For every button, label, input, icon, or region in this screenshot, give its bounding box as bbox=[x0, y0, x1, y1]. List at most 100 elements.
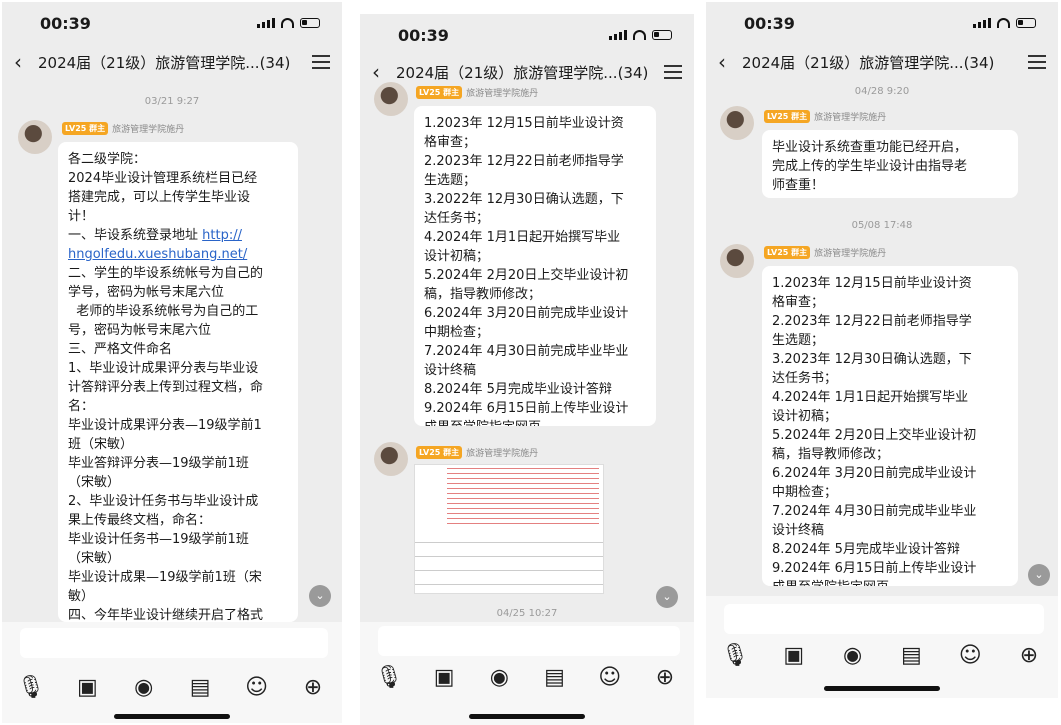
battery-icon bbox=[652, 30, 672, 40]
message-line: 设计终稿 bbox=[424, 363, 477, 378]
image-icon[interactable]: ▣ bbox=[74, 674, 100, 700]
wifi-icon bbox=[633, 30, 646, 40]
emoji-icon[interactable]: ☺ bbox=[957, 642, 983, 668]
message-input[interactable] bbox=[378, 626, 680, 656]
avatar[interactable] bbox=[374, 442, 408, 476]
plus-icon[interactable]: ⊕ bbox=[652, 664, 678, 690]
message-line: 稿，指导教师修改； bbox=[424, 287, 542, 302]
microphone-icon[interactable]: 🎙︎ bbox=[721, 642, 749, 668]
message-line: 稿，指导教师修改； bbox=[772, 447, 890, 462]
menu-icon[interactable] bbox=[1028, 55, 1046, 69]
message-line: 格审查； bbox=[424, 135, 477, 150]
camera-icon[interactable]: ◉ bbox=[131, 674, 157, 700]
microphone-icon[interactable]: 🎙︎ bbox=[17, 674, 45, 700]
message-line: 中期检查； bbox=[424, 325, 490, 340]
camera-icon[interactable]: ◉ bbox=[486, 664, 512, 690]
signal-icon bbox=[973, 18, 991, 28]
message-line: 果上传最终文档，命名： bbox=[68, 513, 212, 528]
chat-toolbar: 🎙︎ ▣ ◉ ▤ ☺ ⊕ bbox=[721, 640, 1042, 670]
menu-icon[interactable] bbox=[664, 65, 682, 79]
message-line: 3.2023年 12月30日确认选题，下 bbox=[772, 352, 972, 367]
login-url-link[interactable]: http:// bbox=[202, 228, 242, 243]
chat-title: 2024届（21级）旅游管理学院...(34) bbox=[742, 53, 995, 72]
message-line: 二、学生的毕设系统帐号为自己的 bbox=[68, 266, 264, 281]
avatar[interactable] bbox=[720, 106, 754, 140]
scroll-down-icon[interactable]: ⌄ bbox=[309, 585, 331, 607]
sender-name: 旅游管理学院施丹 bbox=[112, 125, 185, 135]
sender-label: LV25 群主 旅游管理学院施丹 bbox=[416, 446, 538, 459]
message-input[interactable] bbox=[724, 604, 1044, 634]
message-line: 2、毕业设计任务书与毕业设计成 bbox=[68, 494, 259, 509]
message-line: 5.2024年 2月20日上交毕业设计初 bbox=[424, 268, 629, 283]
sender-name: 旅游管理学院施丹 bbox=[814, 249, 887, 259]
sender-name: 旅游管理学院施丹 bbox=[466, 89, 539, 99]
message-bubble[interactable]: 1.2023年 12月15日前毕业设计资 格审查； 2.2023年 12月22日前老… bbox=[762, 266, 1018, 586]
message-line: 毕业答辩评分表—19级学前1班 bbox=[68, 456, 249, 471]
message-bubble[interactable]: 1.2023年 12月15日前毕业设计资 格审查； 2.2023年 12月22日前老… bbox=[414, 106, 656, 426]
battery-icon bbox=[1016, 18, 1036, 28]
message-bubble[interactable]: 各二级学院： 2024毕业设计管理系统栏目已经 搭建完成，可以上传学生毕业设 计！ 一、… bbox=[58, 142, 298, 622]
plus-icon[interactable]: ⊕ bbox=[1016, 642, 1042, 668]
level-badge: LV25 群主 bbox=[416, 446, 463, 459]
image-message[interactable] bbox=[414, 464, 604, 594]
avatar[interactable] bbox=[374, 82, 408, 116]
message-line: 学号，密码为帐号末尾六位 bbox=[68, 285, 225, 300]
avatar[interactable] bbox=[18, 120, 52, 154]
sender-name: 旅游管理学院施丹 bbox=[814, 113, 887, 123]
status-time: 00:39 bbox=[40, 13, 91, 33]
sticker-icon[interactable]: ▤ bbox=[187, 674, 213, 700]
back-icon[interactable]: ‹ bbox=[14, 50, 38, 74]
message-line: 7.2024年 4月30日前完成毕业毕业 bbox=[424, 344, 629, 359]
chat-title: 2024届（21级）旅游管理学院...(34) bbox=[396, 63, 649, 82]
sender-label: LV25 群主 旅游管理学院施丹 bbox=[62, 122, 184, 135]
message-input[interactable] bbox=[20, 628, 328, 658]
message-line: （宋敏） bbox=[68, 475, 121, 490]
message-line: 完成上传的学生毕业设计由指导老 bbox=[772, 159, 968, 174]
message-line: 达任务书； bbox=[772, 371, 838, 386]
message-line: 4.2024年 1月1日起开始撰写毕业 bbox=[424, 230, 621, 245]
level-badge: LV25 群主 bbox=[764, 246, 811, 259]
message-line: 名： bbox=[68, 399, 95, 414]
sticker-icon[interactable]: ▤ bbox=[542, 664, 568, 690]
home-indicator bbox=[469, 714, 585, 719]
scroll-down-icon[interactable]: ⌄ bbox=[1028, 564, 1050, 586]
chat-footer: 🎙︎ ▣ ◉ ▤ ☺ ⊕ bbox=[706, 596, 1058, 698]
message-bubble[interactable]: 毕业设计系统查重功能已经开启， 完成上传的学生毕业设计由指导老 师查重！ bbox=[762, 130, 1018, 198]
back-icon[interactable]: ‹ bbox=[718, 50, 742, 74]
message-line: 格审查； bbox=[772, 295, 825, 310]
message-line: 计！ bbox=[68, 209, 95, 224]
image-icon[interactable]: ▣ bbox=[781, 642, 807, 668]
message-line: 8.2024年 5月完成毕业设计答辩 bbox=[424, 382, 612, 397]
message-line: 搭建完成，可以上传学生毕业设 bbox=[68, 190, 251, 205]
message-line: 3.2022年 12月30日确认选题，下 bbox=[424, 192, 624, 207]
avatar[interactable] bbox=[720, 244, 754, 278]
message-line: 6.2024年 3月20日前完成毕业设计 bbox=[772, 466, 977, 481]
message-line: 1.2023年 12月15日前毕业设计资 bbox=[424, 116, 624, 131]
back-icon[interactable]: ‹ bbox=[372, 60, 396, 84]
message-line: 设计终稿 bbox=[772, 523, 825, 538]
menu-icon[interactable] bbox=[312, 55, 330, 69]
sticker-icon[interactable]: ▤ bbox=[898, 642, 924, 668]
message-timestamp: 05/08 17:48 bbox=[851, 220, 913, 231]
plus-icon[interactable]: ⊕ bbox=[300, 674, 326, 700]
emoji-icon[interactable]: ☺ bbox=[244, 674, 270, 700]
message-line: 9.2024年 6月15日前上传毕业设计 bbox=[424, 401, 629, 416]
message-line: 毕业设计成果—19级学前1班（宋 bbox=[68, 570, 262, 585]
sender-name: 旅游管理学院施丹 bbox=[466, 449, 539, 459]
image-red-text bbox=[447, 468, 599, 526]
message-line: 设计初稿； bbox=[772, 409, 838, 424]
login-url-link[interactable]: hngolfedu.xueshubang.net/ bbox=[68, 245, 288, 264]
message-line: 一、毕设系统登录地址 http:// bbox=[68, 228, 242, 243]
chat-header: ‹ 2024届（21级）旅游管理学院...(34) bbox=[2, 44, 342, 80]
emoji-icon[interactable]: ☺ bbox=[597, 664, 623, 690]
message-line: 4.2024年 1月1日起开始撰写毕业 bbox=[772, 390, 969, 405]
chat-toolbar: 🎙︎ ▣ ◉ ▤ ☺ ⊕ bbox=[375, 662, 678, 692]
camera-icon[interactable]: ◉ bbox=[840, 642, 866, 668]
chat-toolbar: 🎙︎ ▣ ◉ ▤ ☺ ⊕ bbox=[17, 672, 326, 702]
image-icon[interactable]: ▣ bbox=[431, 664, 457, 690]
microphone-icon[interactable]: 🎙︎ bbox=[375, 664, 403, 690]
status-bar: 00:39 bbox=[706, 4, 1058, 42]
message-timestamp: 04/25 10:27 bbox=[496, 608, 558, 619]
scroll-down-icon[interactable]: ⌄ bbox=[656, 586, 678, 608]
message-line: 成果至学院指定网页 bbox=[424, 418, 646, 426]
